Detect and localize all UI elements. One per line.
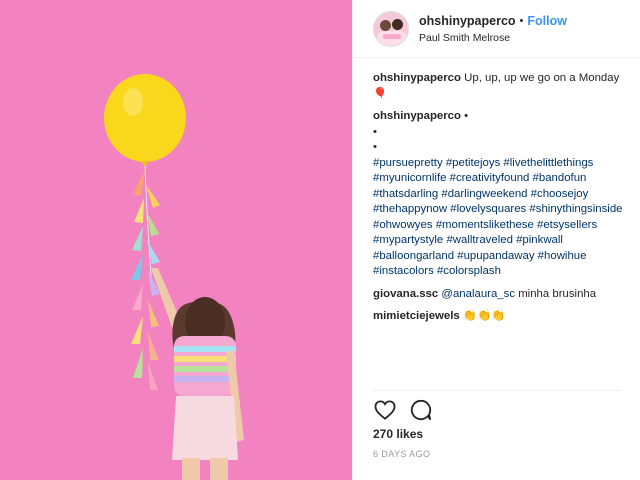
hashtag-line[interactable]: #pursuepretty #petitejoys #livethelittle… — [373, 157, 593, 169]
hashtag-line[interactable]: #colorsplash — [437, 265, 501, 277]
action-bar — [373, 390, 621, 420]
comment-text: 👏👏👏 — [462, 310, 506, 322]
likes-count[interactable]: 270 likes — [373, 427, 423, 441]
location-link[interactable]: Paul Smith Melrose — [419, 32, 567, 44]
avatar[interactable] — [373, 10, 409, 47]
comment-icon[interactable] — [409, 398, 433, 422]
heart-icon[interactable] — [373, 398, 397, 422]
hashtag-comment-username[interactable]: ohshinypaperco — [373, 110, 461, 122]
caption-username[interactable]: ohshinypaperco — [373, 72, 461, 84]
hashtag-comment: ohshinypaperco • • • #pursuepretty #peti… — [373, 109, 635, 280]
header-text: ohshinypaperco • Follow Paul Smith Melro… — [419, 14, 567, 44]
instagram-post: ohshinypaperco • Follow Paul Smith Melro… — [0, 0, 640, 480]
hashtag-block: #pursuepretty #petitejoys #livethelittle… — [373, 156, 635, 280]
comment-username[interactable]: giovana.ssc — [373, 288, 438, 300]
hashtag-line[interactable]: #thatsdarling #darlingweekend #choosejoy — [373, 188, 588, 200]
balloon — [104, 74, 186, 162]
hashtag-line[interactable]: #thehappynow #lovelysquares — [373, 203, 526, 215]
post-header: ohshinypaperco • Follow Paul Smith Melro… — [353, 0, 640, 58]
post-side-panel: ohshinypaperco • Follow Paul Smith Melro… — [352, 0, 640, 480]
hashtag-comment-dot: • — [464, 110, 469, 122]
follow-button[interactable]: Follow — [527, 14, 567, 28]
comments-list: ohshinypaperco Up, up, up we go on a Mon… — [373, 71, 635, 332]
header-row: ohshinypaperco • Follow — [419, 14, 567, 28]
post-date[interactable]: 6 DAYS AGO — [373, 449, 430, 459]
hashtag-line[interactable]: #myunicornlife #creativityfound #bandofu… — [373, 172, 586, 184]
header-separator: • — [519, 14, 524, 27]
caption: ohshinypaperco Up, up, up we go on a Mon… — [373, 71, 635, 102]
post-photo[interactable] — [0, 0, 352, 480]
comment: mimietciejewels 👏👏👏 — [373, 309, 635, 325]
photo-illustration — [0, 0, 352, 480]
bullet-lines: • • — [373, 125, 635, 156]
header-username[interactable]: ohshinypaperco — [419, 14, 516, 28]
bullet-line: • — [373, 141, 377, 153]
comment: giovana.ssc @analaura_sc minha brusinha — [373, 287, 635, 303]
bullet-line: • — [373, 125, 377, 138]
comment-mention[interactable]: @analaura_sc — [441, 288, 515, 300]
comment-text: minha brusinha — [518, 287, 597, 300]
comment-username[interactable]: mimietciejewels — [373, 310, 460, 322]
